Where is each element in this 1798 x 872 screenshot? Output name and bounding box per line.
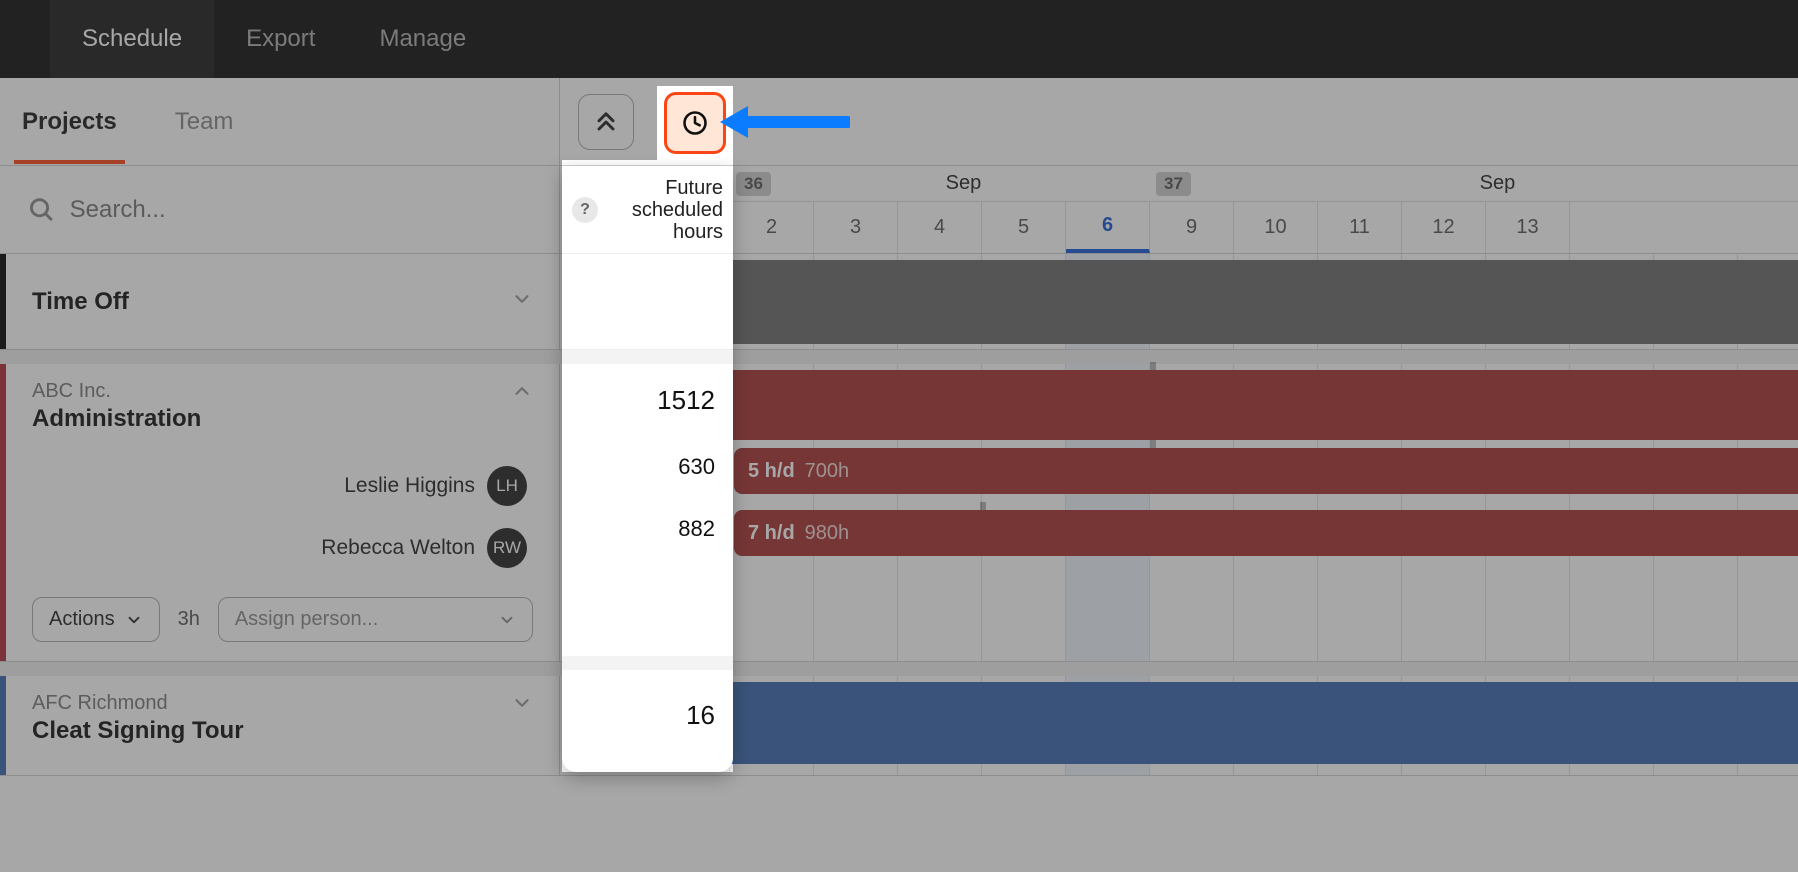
person-hours: 882 [674,516,711,542]
clock-icon [681,109,709,137]
project-hours: 16 [682,710,711,741]
arrow-left-icon [720,100,850,144]
hours-cell: 16 [560,676,730,775]
hours-cell [560,254,730,349]
person-hours: 630 [674,454,711,480]
hours-toggle-button[interactable] [664,92,726,154]
hours-cells: 1512 630 882 [560,364,730,661]
tutorial-arrow [720,100,850,144]
project-hours: 1512 [653,385,711,416]
